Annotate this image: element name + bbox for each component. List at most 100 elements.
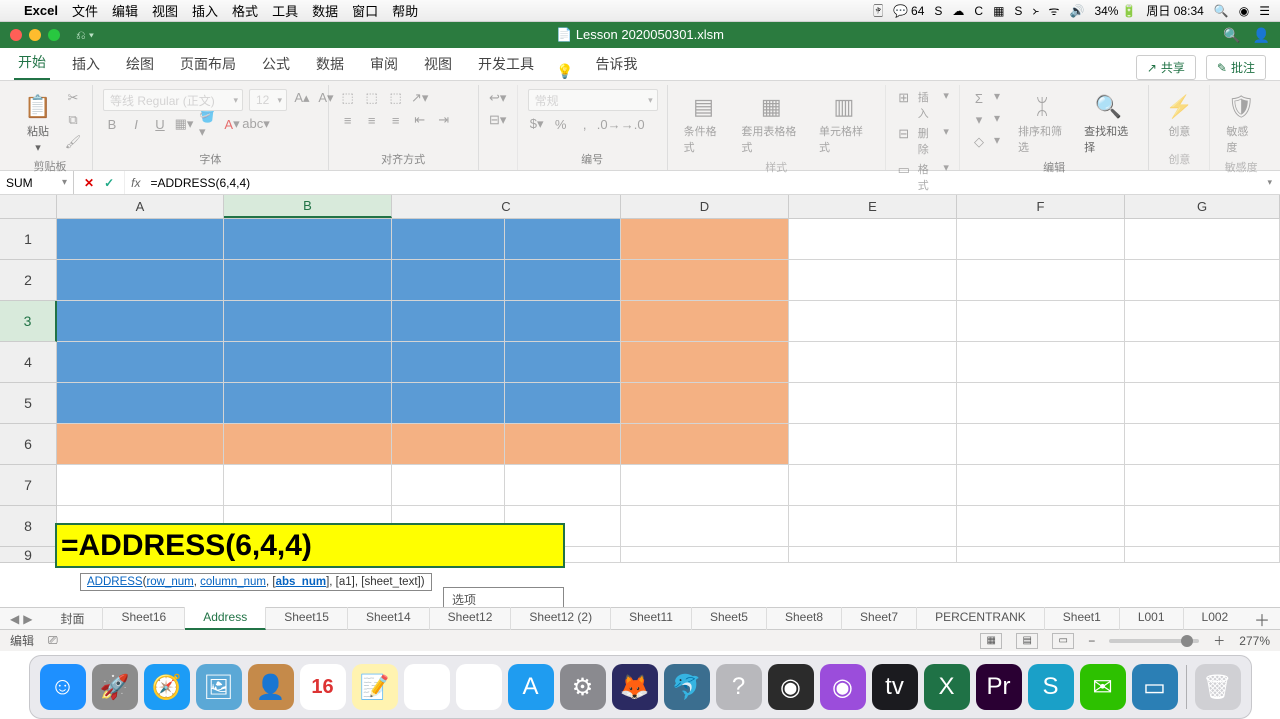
sheet-tab-l002[interactable]: L002: [1184, 607, 1244, 630]
status-cloud-icon[interactable]: ☁︎: [952, 4, 964, 18]
tab-draw[interactable]: 绘图: [122, 48, 158, 80]
align-bot-icon[interactable]: ⬚: [387, 89, 405, 107]
dock-podcasts[interactable]: ◉: [820, 664, 866, 710]
fx-icon[interactable]: fx: [131, 176, 140, 190]
tab-home[interactable]: 开始: [14, 46, 50, 80]
dock-snagit[interactable]: S: [1028, 664, 1074, 710]
select-all-corner[interactable]: [0, 195, 57, 218]
col-header-e[interactable]: E: [789, 195, 957, 218]
zoom-in-button[interactable]: ＋: [1213, 632, 1225, 649]
comments-button[interactable]: ✎ 批注: [1206, 55, 1266, 80]
autosum-icon[interactable]: Σ: [970, 89, 988, 107]
dock-safari[interactable]: 🧭: [144, 664, 190, 710]
status-battery[interactable]: 34% 🔋: [1094, 4, 1136, 18]
dock-obs[interactable]: ◉: [768, 664, 814, 710]
minimize-button[interactable]: [29, 29, 41, 41]
font-family-select[interactable]: 等线 Regular (正文): [103, 89, 243, 111]
status-vol-icon[interactable]: 🔊: [1069, 4, 1084, 18]
sheet-nav-prev-icon[interactable]: ◀: [10, 612, 19, 626]
zoom-out-button[interactable]: −: [1088, 634, 1095, 648]
status-s-icon[interactable]: S: [934, 4, 942, 18]
col-header-a[interactable]: A: [57, 195, 224, 218]
fill-icon[interactable]: ▾: [970, 111, 988, 129]
increase-font-icon[interactable]: A▴: [293, 89, 311, 107]
indent-inc-icon[interactable]: ⇥: [435, 111, 453, 129]
status-ime-icon[interactable]: 🀄︎: [874, 3, 884, 18]
status-sq-icon[interactable]: S: [1014, 4, 1022, 18]
tab-layout[interactable]: 页面布局: [176, 48, 240, 80]
dock-excel[interactable]: X: [924, 664, 970, 710]
indent-dec-icon[interactable]: ⇤: [411, 111, 429, 129]
dock-contacts[interactable]: 👤: [248, 664, 294, 710]
dock-pr[interactable]: Pr: [976, 664, 1022, 710]
view-break-icon[interactable]: ▭: [1052, 633, 1074, 649]
zoom-level[interactable]: 277%: [1239, 634, 1270, 648]
status-time[interactable]: 周日 08:34: [1146, 2, 1203, 19]
sheet-tab-sheet8[interactable]: Sheet8: [767, 607, 842, 630]
dock-help[interactable]: ?: [716, 664, 762, 710]
active-edit-cell[interactable]: =ADDRESS(6,4,4): [57, 525, 563, 566]
name-box[interactable]: SUM▾: [0, 171, 74, 194]
font-color-icon[interactable]: A▾: [223, 115, 241, 133]
dock-reminders[interactable]: ☑: [404, 664, 450, 710]
sheet-tab-percentrank[interactable]: PERCENTRANK: [917, 607, 1045, 630]
menu-insert[interactable]: 插入: [192, 1, 218, 20]
align-top-icon[interactable]: ⬚: [339, 89, 357, 107]
view-normal-icon[interactable]: ▦: [980, 633, 1002, 649]
close-button[interactable]: [10, 29, 22, 41]
col-header-f[interactable]: F: [957, 195, 1125, 218]
status-bt-icon[interactable]: ᚛: [1032, 4, 1038, 18]
align-mid-icon[interactable]: ⬚: [363, 89, 381, 107]
copy-icon[interactable]: ⧉: [64, 111, 82, 129]
find-select-button[interactable]: 🔍查找和选择: [1078, 89, 1138, 159]
menu-view[interactable]: 视图: [152, 1, 178, 20]
sheet-tab-sheet11[interactable]: Sheet11: [611, 607, 692, 630]
sort-filter-button[interactable]: ᛯ排序和筛选: [1012, 89, 1072, 159]
view-layout-icon[interactable]: ▤: [1016, 633, 1038, 649]
row-header-6[interactable]: 6: [0, 424, 57, 465]
cancel-edit-icon[interactable]: ✕: [84, 176, 94, 190]
sheet-tab-sheet16[interactable]: Sheet16: [103, 607, 185, 630]
col-header-b[interactable]: B: [224, 195, 392, 218]
col-header-d[interactable]: D: [621, 195, 789, 218]
formula-expand-icon[interactable]: ▾: [1267, 177, 1272, 188]
fill-color-icon[interactable]: 🪣▾: [199, 115, 217, 133]
sheet-tab-address[interactable]: Address: [185, 607, 266, 630]
dock-finder[interactable]: ☺: [40, 664, 86, 710]
menu-window[interactable]: 窗口: [352, 1, 378, 20]
dock-wechat[interactable]: ✉: [1080, 664, 1126, 710]
zoom-slider[interactable]: [1109, 639, 1199, 643]
dock-settings[interactable]: ⚙: [560, 664, 606, 710]
cell-styles-button[interactable]: ▥单元格样式: [813, 89, 875, 159]
title-user-icon[interactable]: 👤: [1253, 27, 1270, 44]
dock-appletv[interactable]: tv: [872, 664, 918, 710]
menu-tools[interactable]: 工具: [272, 1, 298, 20]
dock-mysql[interactable]: 🐬: [664, 664, 710, 710]
status-wifi-icon[interactable]: ᯤ: [1049, 2, 1060, 19]
tab-view[interactable]: 视图: [420, 48, 456, 80]
sheet-tab-sheet12-2-[interactable]: Sheet12 (2): [511, 607, 611, 630]
sheet-tab-sheet7[interactable]: Sheet7: [842, 607, 917, 630]
align-center-icon[interactable]: ≡: [363, 111, 381, 129]
sheet-tab-sheet12[interactable]: Sheet12: [430, 607, 512, 630]
ideas-button[interactable]: ⚡创意: [1159, 89, 1199, 143]
row-header-9[interactable]: 9: [0, 547, 57, 563]
tab-insert[interactable]: 插入: [68, 48, 104, 80]
add-sheet-button[interactable]: ＋: [1244, 607, 1280, 631]
orientation-icon[interactable]: ↗▾: [411, 89, 429, 107]
clear-icon[interactable]: ◇: [970, 133, 988, 151]
dock-preview[interactable]: 🖼: [196, 664, 242, 710]
status-menu-icon[interactable]: ☰: [1259, 4, 1270, 18]
formula-syntax-hint[interactable]: ADDRESS(row_num, column_num, [abs_num], …: [80, 573, 432, 591]
menu-format[interactable]: 格式: [232, 1, 258, 20]
menu-help[interactable]: 帮助: [392, 1, 418, 20]
border-icon[interactable]: ▦▾: [175, 115, 193, 133]
accessibility-icon[interactable]: ⎚: [48, 633, 58, 648]
sheet-nav-next-icon[interactable]: ▶: [23, 612, 32, 626]
qat-autosave-icon[interactable]: ⎌ ▾: [76, 28, 94, 43]
row-header-5[interactable]: 5: [0, 383, 57, 424]
share-button[interactable]: ↗ 共享: [1136, 55, 1196, 80]
sheet-tab-sheet1[interactable]: Sheet1: [1045, 607, 1120, 630]
dock-calendar[interactable]: 16: [300, 664, 346, 710]
confirm-edit-icon[interactable]: ✓: [104, 176, 114, 190]
